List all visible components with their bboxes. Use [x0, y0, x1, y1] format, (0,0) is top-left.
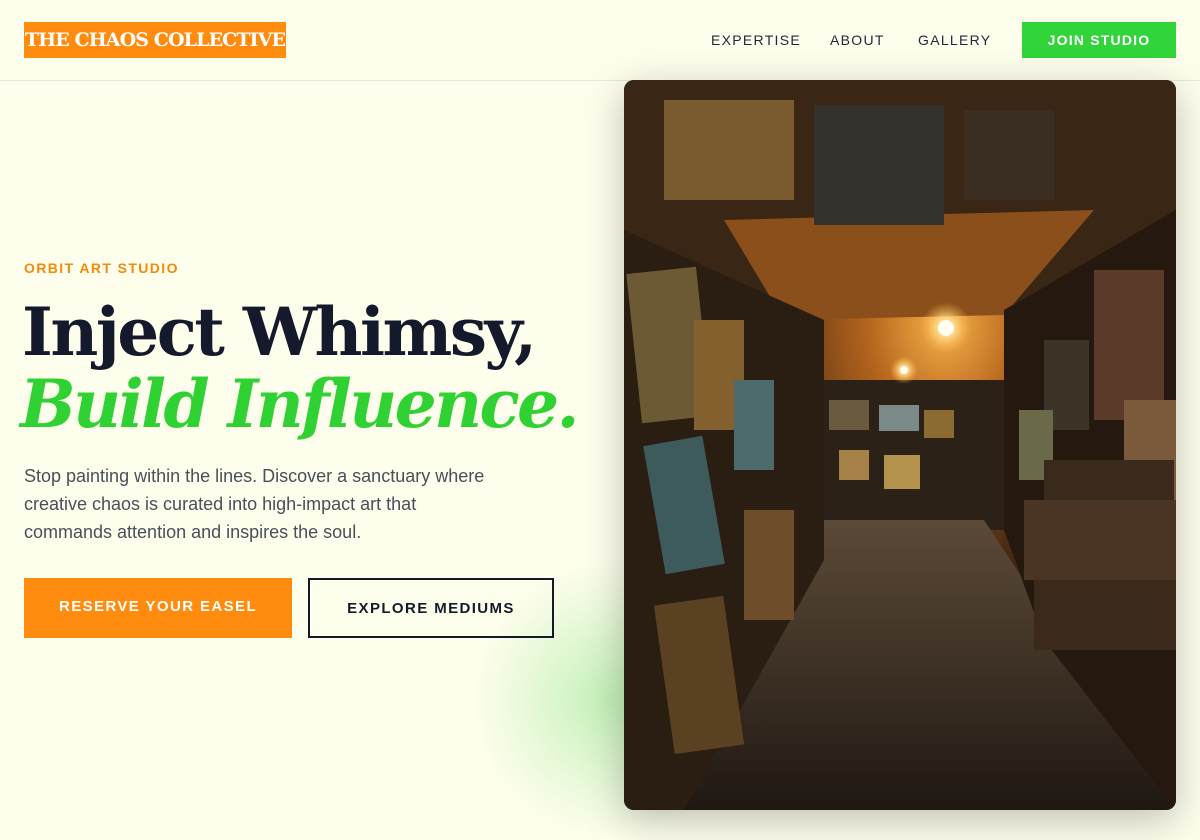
nav-link-about[interactable]: ABOUT [830, 31, 885, 49]
nav-link-expertise[interactable]: EXPERTISE [711, 31, 801, 49]
hero-eyebrow: ORBIT ART STUDIO [24, 260, 179, 276]
explore-mediums-button[interactable]: EXPLORE MEDIUMS [308, 578, 554, 638]
studio-gallery-photo [624, 80, 1176, 810]
nav-link-gallery[interactable]: GALLERY [918, 31, 991, 49]
hero-headline-line-2: Build Influence. [20, 365, 579, 443]
gallery-hallway-illustration [624, 80, 1176, 810]
hero-description: Stop painting within the lines. Discover… [24, 466, 485, 542]
site-header: THE CHAOS COLLECTIVE EXPERTISE ABOUT GAL… [0, 0, 1200, 81]
reserve-easel-button[interactable]: RESERVE YOUR EASEL [24, 578, 292, 638]
brand-logo[interactable]: THE CHAOS COLLECTIVE [24, 22, 286, 58]
join-studio-button[interactable]: JOIN STUDIO [1022, 22, 1176, 58]
